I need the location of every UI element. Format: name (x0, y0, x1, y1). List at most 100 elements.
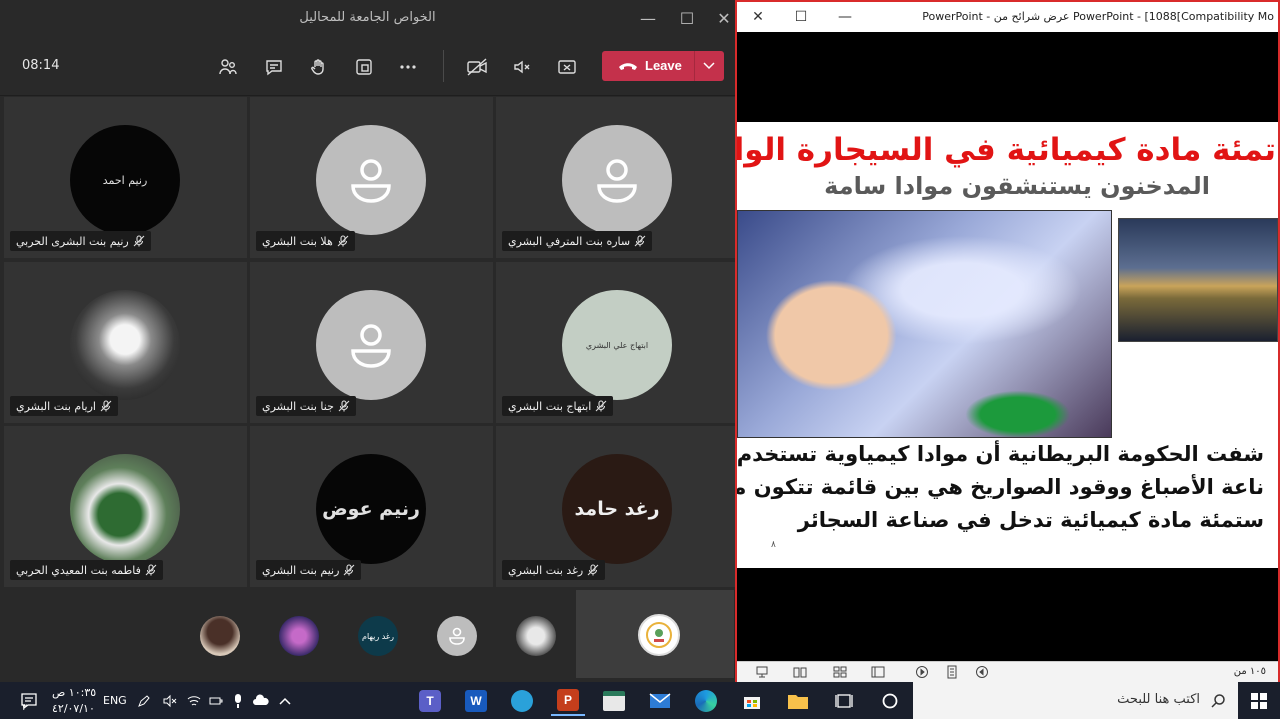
stop-share-button[interactable] (552, 52, 582, 82)
powerpoint-app[interactable]: P (551, 686, 585, 716)
more-actions-button[interactable] (393, 52, 423, 82)
task-view-button[interactable] (827, 686, 861, 716)
battery-icon[interactable] (209, 694, 223, 708)
mic-off-icon (634, 235, 646, 247)
chevron-up-icon[interactable] (278, 694, 292, 708)
presenter-view-icon[interactable] (755, 665, 769, 679)
cortana-button[interactable] (873, 686, 907, 716)
participant-tile[interactable]: اريام بنت البشري (4, 262, 247, 423)
mail-app[interactable] (643, 686, 677, 716)
tray-time[interactable]: ١٠:٣٥ ص (52, 686, 96, 699)
slide-body: شفت الحكومة البريطانية أن موادا كيمياوية… (737, 438, 1264, 537)
participant-tile[interactable]: رنيم عوض رنيم بنت البشري (250, 426, 493, 587)
participant-tile[interactable]: هلا بنت البشري (250, 97, 493, 258)
onedrive-icon[interactable] (253, 694, 269, 708)
camera-toggle[interactable] (462, 52, 492, 82)
windows-taskbar: ٣ ١٠:٣٥ ص ٤٢/٠٧/١٠ ENG T W P اكتب هنا لل… (0, 682, 1280, 719)
wifi-icon[interactable] (187, 694, 201, 708)
play-icon[interactable] (915, 665, 929, 679)
ppt-window-title: PowerPoint - [1088[Compatibility Mo عرض … (922, 10, 1274, 23)
mini-avatar[interactable] (279, 616, 319, 656)
start-button[interactable] (1242, 686, 1276, 716)
participant-avatar: رنيم احمد (70, 125, 180, 235)
participant-tile[interactable]: رنيم احمد رنيم بنت البشرى الحربي (4, 97, 247, 258)
mic-off-icon (338, 400, 350, 412)
mic-off-icon (587, 564, 599, 576)
toolbar-divider (443, 50, 444, 82)
participant-tile[interactable]: جنا بنت البشري (250, 262, 493, 423)
mini-avatar-text: رغد ريهام (362, 631, 394, 641)
volume-mute-icon[interactable] (163, 694, 177, 708)
whiteboard-app[interactable] (597, 686, 631, 716)
chevron-down-icon[interactable] (701, 57, 717, 73)
participant-tile[interactable]: فاطمه بنت المعيدي الحربي (4, 426, 247, 587)
chat-button[interactable] (259, 52, 289, 82)
microphone-icon[interactable] (231, 693, 245, 709)
participant-tile[interactable]: ساره بنت المترفي البشري (496, 97, 739, 258)
slide-sorter-icon[interactable] (833, 665, 847, 679)
language-indicator[interactable]: ENG (103, 694, 127, 707)
presenter-thumbnail[interactable] (576, 590, 734, 678)
participant-tile[interactable]: رغد حامد رغد بنت البشري (496, 426, 739, 587)
mic-off-icon (337, 235, 349, 247)
mic-off-icon (595, 400, 607, 412)
slide-canvas[interactable]: تمئة مادة كيميائية في السيجارة الواحدة ا… (737, 122, 1278, 568)
person-icon (449, 627, 465, 645)
mic-toggle[interactable] (507, 52, 537, 82)
pen-icon[interactable] (137, 694, 151, 708)
minimize-button[interactable]: — (632, 6, 664, 32)
task-view-icon (835, 694, 853, 708)
mini-avatar[interactable] (437, 616, 477, 656)
edge-icon (695, 690, 717, 712)
word-app[interactable]: W (459, 686, 493, 716)
slide-body-line: شفت الحكومة البريطانية أن موادا كيمياوية… (737, 442, 1264, 466)
store-app[interactable] (735, 686, 769, 716)
file-explorer-app[interactable] (781, 686, 815, 716)
participant-avatar (316, 125, 426, 235)
raise-hand-button[interactable] (304, 52, 334, 82)
normal-view-icon[interactable] (871, 665, 885, 679)
powerpoint-window: ✕ ☐ — PowerPoint - [1088[Compatibility M… (735, 0, 1280, 682)
leave-button[interactable]: Leave (602, 51, 724, 81)
telegram-app[interactable] (505, 686, 539, 716)
participant-name: ساره بنت المترفي البشري (508, 234, 631, 248)
teams-app[interactable]: T (413, 686, 447, 716)
action-center-button[interactable] (12, 686, 46, 716)
reading-view-icon[interactable] (793, 665, 807, 679)
teams-icon: T (419, 690, 441, 712)
minimize-button[interactable]: — (831, 7, 859, 27)
participant-nametag: هلا بنت البشري (256, 231, 355, 251)
close-button[interactable]: ✕ (744, 7, 772, 27)
participant-tile[interactable]: ابتهاج علي البشري ابتهاج بنت البشري (496, 262, 739, 423)
participant-name: ابتهاج بنت البشري (508, 399, 592, 413)
tray-date[interactable]: ٤٢/٠٧/١٠ (52, 702, 95, 715)
rooms-button[interactable] (349, 52, 379, 82)
slide-page-mark: ٨ (771, 540, 776, 550)
participant-avatar (316, 290, 426, 400)
chat-icon (266, 60, 282, 76)
share-screen-icon (558, 60, 576, 74)
teams-titlebar: الخواص الجامعة للمحاليل — ☐ ✕ (0, 0, 735, 38)
mini-avatar[interactable] (516, 616, 556, 656)
mic-off-icon (344, 564, 355, 576)
rooms-icon (356, 59, 372, 75)
participant-name: جنا بنت البشري (262, 399, 334, 413)
meeting-toolbar: 08:14 Leave (0, 38, 735, 96)
mini-avatar[interactable]: رغد ريهام (358, 616, 398, 656)
previous-icon[interactable] (975, 665, 989, 679)
participants-button[interactable] (213, 52, 243, 82)
edge-app[interactable] (689, 686, 723, 716)
maximize-button[interactable]: ☐ (787, 7, 815, 27)
search-box[interactable]: اكتب هنا للبحث (913, 682, 1238, 719)
notes-icon[interactable] (945, 665, 959, 679)
school-logo (638, 614, 680, 656)
avatar-text: رنيم عوض (322, 498, 420, 520)
leave-label: Leave (645, 58, 682, 73)
maximize-button[interactable]: ☐ (671, 6, 703, 32)
mini-avatar[interactable] (200, 616, 240, 656)
more-icon (400, 65, 416, 69)
participant-nametag: رغد بنت البشري (502, 560, 606, 580)
windows-logo-icon (1251, 693, 1267, 709)
participant-avatar (70, 454, 180, 564)
avatar-text: رغد حامد (574, 498, 660, 520)
